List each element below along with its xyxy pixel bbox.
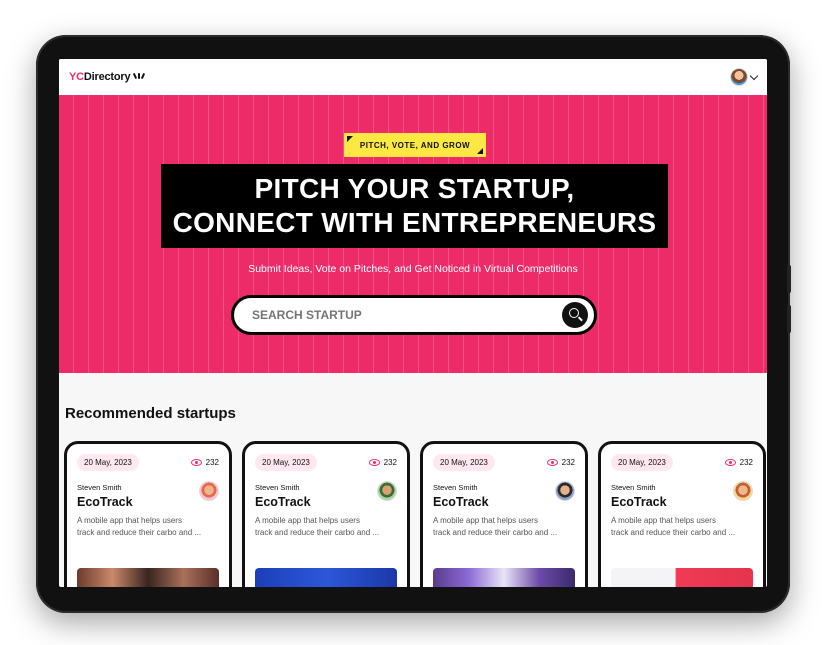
author-avatar[interactable] xyxy=(199,481,219,501)
description-line: A mobile app that helps users xyxy=(611,516,716,525)
navbar: YC Directory xyxy=(59,59,767,95)
eye-icon xyxy=(724,459,736,466)
logo-prefix: YC xyxy=(69,71,84,83)
hero-tag: PITCH, VOTE, AND GROW xyxy=(344,133,486,157)
section-title: Recommended startups xyxy=(65,405,236,422)
description-line: track and reduce their carbo and ... xyxy=(611,528,736,537)
views-count: 232 xyxy=(205,458,219,467)
card-author[interactable]: Steven Smith xyxy=(255,483,311,492)
description-line: track and reduce their carbo and ... xyxy=(255,528,380,537)
author-avatar[interactable] xyxy=(733,481,753,501)
eye-icon xyxy=(546,459,558,466)
card-date: 20 May, 2023 xyxy=(77,454,139,471)
card-author[interactable]: Steven Smith xyxy=(611,483,667,492)
startup-card[interactable]: 20 May, 2023 232 Steven Smith EcoTrack A… xyxy=(64,441,232,587)
volume-button xyxy=(787,305,791,333)
hero-section: PITCH, VOTE, AND GROW PITCH YOUR STARTUP… xyxy=(59,95,767,373)
card-image[interactable] xyxy=(433,568,575,587)
card-author[interactable]: Steven Smith xyxy=(77,483,133,492)
screen: YC Directory PITCH, VOTE, AND GROW PITCH… xyxy=(59,59,767,587)
hero-heading: PITCH YOUR STARTUP, CONNECT WITH ENTREPR… xyxy=(161,164,668,248)
card-description: A mobile app that helps users track and … xyxy=(611,515,753,539)
startup-card[interactable]: 20 May, 2023 232 Steven Smith EcoTrack A… xyxy=(420,441,588,587)
search-icon[interactable] xyxy=(562,302,588,328)
views-count: 232 xyxy=(561,458,575,467)
user-menu[interactable] xyxy=(730,68,759,86)
card-views: 232 xyxy=(546,458,575,467)
card-author[interactable]: Steven Smith xyxy=(433,483,489,492)
views-count: 232 xyxy=(739,458,753,467)
card-description: A mobile app that helps users track and … xyxy=(77,515,219,539)
card-date: 20 May, 2023 xyxy=(433,454,495,471)
spark-icon xyxy=(132,72,146,82)
eye-icon xyxy=(190,459,202,466)
startup-card[interactable]: 20 May, 2023 232 Steven Smith EcoTrack A… xyxy=(242,441,410,587)
description-line: A mobile app that helps users xyxy=(255,516,360,525)
logo[interactable]: YC Directory xyxy=(69,71,146,83)
card-image[interactable] xyxy=(611,568,753,587)
card-title[interactable]: EcoTrack xyxy=(77,495,133,509)
author-avatar[interactable] xyxy=(555,481,575,501)
card-image[interactable] xyxy=(77,568,219,587)
hero-heading-line1: PITCH YOUR STARTUP, xyxy=(254,173,575,204)
card-views: 232 xyxy=(190,458,219,467)
avatar[interactable] xyxy=(730,68,748,86)
card-description: A mobile app that helps users track and … xyxy=(433,515,575,539)
card-views: 232 xyxy=(368,458,397,467)
search-input[interactable] xyxy=(252,308,562,322)
description-line: track and reduce their carbo and ... xyxy=(433,528,558,537)
card-views: 232 xyxy=(724,458,753,467)
card-title[interactable]: EcoTrack xyxy=(433,495,489,509)
logo-suffix: Directory xyxy=(83,71,131,83)
volume-button xyxy=(787,265,791,293)
startup-card[interactable]: 20 May, 2023 232 Steven Smith EcoTrack A… xyxy=(598,441,766,587)
startup-cards: 20 May, 2023 232 Steven Smith EcoTrack A… xyxy=(64,441,766,587)
eye-icon xyxy=(368,459,380,466)
description-line: track and reduce their carbo and ... xyxy=(77,528,202,537)
card-date: 20 May, 2023 xyxy=(255,454,317,471)
views-count: 232 xyxy=(383,458,397,467)
card-description: A mobile app that helps users track and … xyxy=(255,515,397,539)
hero-heading-line2: CONNECT WITH ENTREPRENEURS xyxy=(172,207,657,238)
chevron-down-icon[interactable] xyxy=(749,71,759,80)
author-avatar[interactable] xyxy=(377,481,397,501)
description-line: A mobile app that helps users xyxy=(77,516,182,525)
description-line: A mobile app that helps users xyxy=(433,516,538,525)
card-date: 20 May, 2023 xyxy=(611,454,673,471)
card-title[interactable]: EcoTrack xyxy=(255,495,311,509)
search-bar[interactable] xyxy=(231,295,597,335)
hero-subheading: Submit Ideas, Vote on Pitches, and Get N… xyxy=(248,263,578,275)
card-image[interactable] xyxy=(255,568,397,587)
card-title[interactable]: EcoTrack xyxy=(611,495,667,509)
